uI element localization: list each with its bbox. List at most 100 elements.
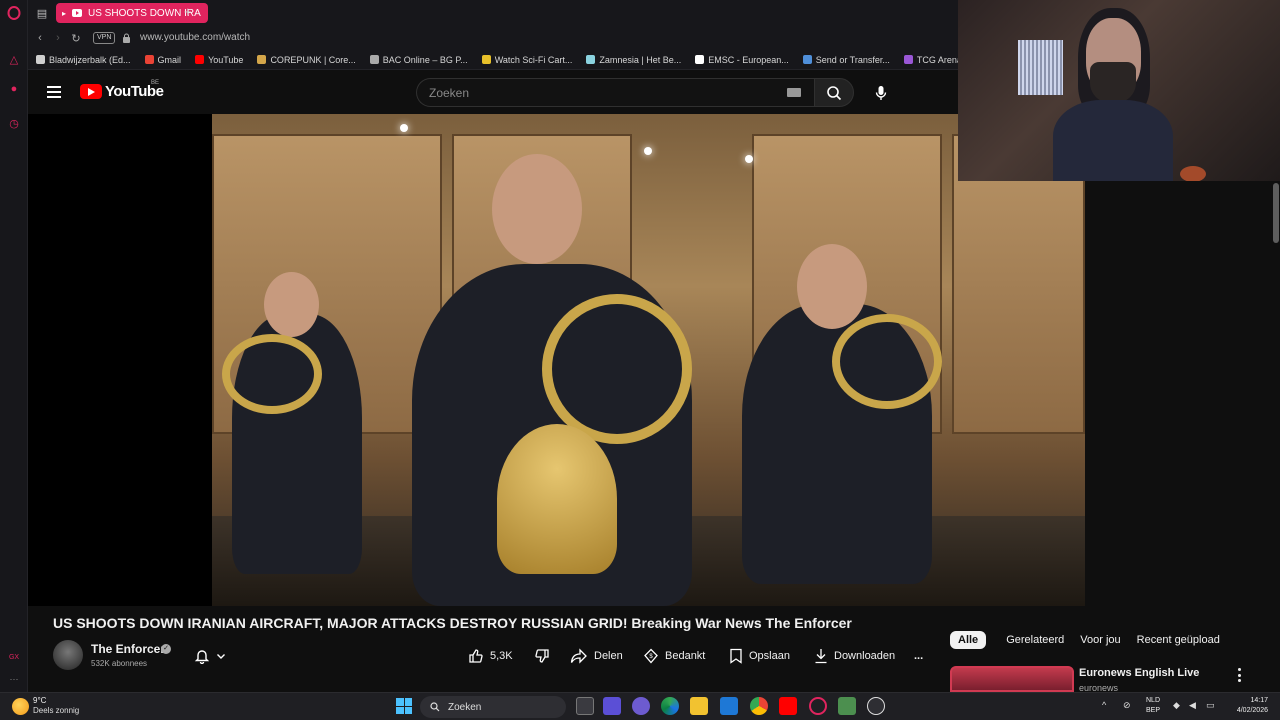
region-code: BE xyxy=(151,80,160,86)
related-title[interactable]: Euronews English Live xyxy=(1079,667,1199,679)
reload-icon[interactable]: ↻ xyxy=(68,30,84,46)
bookmark-label: Bladwijzerbalk (Ed... xyxy=(49,54,131,65)
search-input[interactable] xyxy=(417,79,814,106)
bookmark-item[interactable]: Send or Transfer... xyxy=(802,55,890,65)
address-bar: ‹ › ↻ VPN www.youtube.com/watch xyxy=(28,26,958,50)
chip-2[interactable]: Voor jou xyxy=(1072,631,1128,649)
sidebar-more-icon[interactable]: ··· xyxy=(5,670,23,688)
tcg-icon xyxy=(903,55,913,64)
voice-search-button[interactable] xyxy=(866,78,896,107)
messenger-icon[interactable]: ● xyxy=(5,80,23,98)
forward-icon[interactable]: › xyxy=(50,30,66,46)
settings-icon[interactable] xyxy=(867,697,885,715)
lock-icon[interactable] xyxy=(118,30,134,46)
bookmark-item[interactable]: Gmail xyxy=(144,54,182,65)
bookmark-item[interactable]: BAC Online – BG P... xyxy=(369,55,468,65)
menu-icon[interactable] xyxy=(47,86,61,98)
history-icon[interactable]: ◷ xyxy=(5,114,23,132)
right-column xyxy=(1085,181,1280,606)
dislike-button[interactable] xyxy=(534,648,570,664)
keyboard-icon[interactable] xyxy=(787,88,801,97)
related-thumbnail[interactable] xyxy=(950,666,1074,692)
bookmark-label: Gmail xyxy=(157,54,182,65)
chip-0[interactable]: Alle xyxy=(950,631,987,649)
bookmark-item[interactable]: YouTube xyxy=(195,55,243,65)
file-explorer-icon[interactable] xyxy=(690,697,708,715)
video-player[interactable] xyxy=(28,114,1085,606)
vpn-badge[interactable]: VPN xyxy=(93,32,116,44)
taskbar-search[interactable]: Zoeken xyxy=(420,696,566,718)
emsc-icon xyxy=(695,55,705,64)
weather-description[interactable]: Deels zonnig xyxy=(33,706,79,715)
volume-icon[interactable]: ◀ xyxy=(1189,700,1196,711)
aria-icon[interactable]: △ xyxy=(5,50,23,68)
gx-icon[interactable]: GX xyxy=(5,648,23,666)
store-icon[interactable] xyxy=(603,697,621,715)
system-clock[interactable]: 14:17 4/02/2026 xyxy=(1222,696,1268,716)
like-button[interactable]: 5,3K xyxy=(462,648,534,664)
chip-1[interactable]: Gerelateerd xyxy=(986,631,1072,649)
back-icon[interactable]: ‹ xyxy=(32,30,48,46)
task-view-icon[interactable] xyxy=(576,697,594,715)
more-actions-button[interactable]: ... xyxy=(914,650,938,662)
svg-text:$: $ xyxy=(649,654,653,660)
bookmark-item[interactable]: Zamnesia | Het Be... xyxy=(586,55,681,65)
network-icon[interactable]: ⊘ xyxy=(1123,700,1131,711)
video-frame[interactable] xyxy=(212,114,1085,606)
new-tab-icon[interactable]: + xyxy=(184,4,192,19)
filter-chips: Alle Gerelateerd Voor jou Recent geüpload xyxy=(950,630,1228,650)
share-button[interactable]: Delen xyxy=(570,648,643,664)
opera-logo-icon[interactable] xyxy=(5,4,23,22)
language-indicator[interactable]: NLD BEP xyxy=(1146,696,1160,716)
page-scrollbar[interactable] xyxy=(1272,181,1280,692)
bookmark-item[interactable]: TCG Arena xyxy=(903,54,962,65)
search-icon xyxy=(827,85,842,100)
calculator-icon[interactable] xyxy=(838,697,856,715)
edge-icon[interactable] xyxy=(661,697,679,715)
youtube-app-icon[interactable] xyxy=(779,697,797,715)
tab-close-icon[interactable]: ▸ xyxy=(62,9,66,18)
bookmark-label: Zamnesia | Het Be... xyxy=(599,54,682,65)
thumbs-down-icon xyxy=(535,649,549,663)
taskbar-search-icon xyxy=(430,702,440,712)
mail-icon[interactable] xyxy=(720,697,738,715)
url-field[interactable]: www.youtube.com/watch xyxy=(140,32,250,43)
search-button[interactable] xyxy=(814,78,854,107)
chip-3[interactable]: Recent geüpload xyxy=(1129,631,1228,649)
related-menu-icon[interactable] xyxy=(1234,668,1244,682)
download-button[interactable]: Downloaden xyxy=(814,648,914,664)
youtube-logo[interactable]: YouTube BE xyxy=(80,80,164,100)
wifi-icon[interactable]: ◆ xyxy=(1173,700,1180,711)
battery-icon[interactable]: ▭ xyxy=(1206,700,1215,711)
bookmark-item[interactable]: COREPUNK | Core... xyxy=(257,55,356,65)
weather-temperature[interactable]: 9°C xyxy=(33,696,46,705)
opera-sidebar: △ ● ◷ GX ··· xyxy=(0,0,28,692)
bookmark-label: TCG Arena xyxy=(916,54,962,65)
super-thanks-icon: $ xyxy=(644,648,658,664)
corepunk-icon xyxy=(257,55,267,64)
microphone-icon xyxy=(875,85,887,100)
tab-menu-icon[interactable]: ▤ xyxy=(33,4,51,22)
tray-chevron-icon[interactable]: ^ xyxy=(1102,700,1106,710)
taskbar-search-label: Zoeken xyxy=(448,701,482,713)
start-button[interactable] xyxy=(396,698,412,714)
opera-gx-icon[interactable] xyxy=(809,697,827,715)
chrome-icon[interactable] xyxy=(750,697,768,715)
save-button[interactable]: Opslaan xyxy=(729,648,814,664)
like-count: 5,3K xyxy=(490,650,513,662)
zamnesia-icon xyxy=(586,55,596,64)
more-icon: ... xyxy=(914,650,924,662)
share-label: Delen xyxy=(594,650,623,662)
teams-icon[interactable] xyxy=(632,697,650,715)
weather-icon[interactable] xyxy=(12,698,29,715)
channel-avatar[interactable] xyxy=(53,640,83,670)
thanks-button[interactable]: $ Bedankt xyxy=(643,648,729,664)
windows-taskbar: 9°C Deels zonnig Zoeken ^ ⊘ NLD BEP ◆ ◀ … xyxy=(0,692,1280,720)
channel-name[interactable]: The Enforcer xyxy=(91,642,165,656)
notification-button[interactable] xyxy=(194,646,236,666)
youtube-icon xyxy=(195,55,205,64)
bookmark-item[interactable]: EMSC - European... xyxy=(695,55,789,65)
bookmark-item[interactable]: Watch Sci-Fi Cart... xyxy=(481,55,572,65)
clock-time: 14:17 xyxy=(1250,697,1268,704)
bookmark-item[interactable]: Bladwijzerbalk (Ed... xyxy=(36,55,131,65)
